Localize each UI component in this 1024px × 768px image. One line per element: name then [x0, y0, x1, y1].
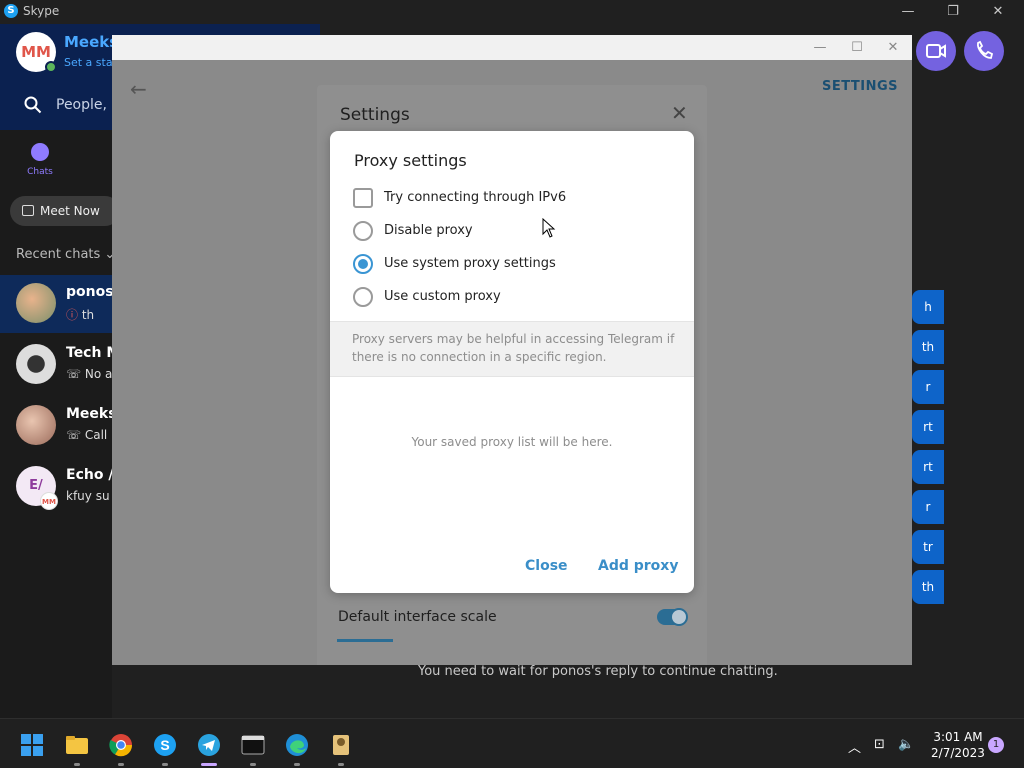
skype-close-button[interactable]: ✕ [983, 2, 1013, 22]
wait-reply-notice: You need to wait for ponos's reply to co… [418, 664, 778, 679]
taskbar-indicator-active [201, 763, 217, 766]
network-icon[interactable]: ⊡ [874, 737, 885, 752]
search-input[interactable]: People, g [56, 97, 120, 113]
message-bubble[interactable]: th [912, 330, 944, 364]
svg-text:S: S [160, 737, 169, 753]
proxy-list-empty-text: Your saved proxy list will be here. [411, 435, 613, 449]
user-status[interactable]: Set a stat [64, 56, 117, 69]
terminal-icon[interactable] [241, 733, 265, 757]
call-icon: ☏ [66, 367, 82, 381]
message-bubble[interactable]: h [912, 290, 944, 324]
add-proxy-button[interactable]: Add proxy [598, 558, 678, 574]
windows-start-icon[interactable] [20, 733, 44, 757]
message-bubble[interactable]: tr [912, 530, 944, 564]
ipv6-checkbox[interactable] [353, 188, 373, 208]
call-icon: ☏ [66, 428, 82, 442]
close-button[interactable]: Close [525, 558, 568, 574]
skype-icon[interactable]: S [153, 733, 177, 757]
scale-slider-track[interactable] [337, 639, 393, 642]
proxy-info-box: Proxy servers may be helpful in accessin… [330, 321, 694, 377]
message-bubble[interactable]: rt [912, 450, 944, 484]
chat-item-meeks[interactable]: Meeks ☏ Call [0, 397, 117, 455]
mouse-cursor-icon [542, 218, 556, 238]
chrome-icon[interactable] [109, 733, 133, 757]
proxy-dialog-title: Proxy settings [354, 151, 467, 170]
camera-icon [22, 205, 34, 216]
taskbar-indicator [338, 763, 344, 766]
app-icon[interactable] [329, 733, 353, 757]
system-proxy-radio[interactable] [353, 254, 373, 274]
chat-bubble-icon [31, 143, 49, 161]
taskbar-indicator [250, 763, 256, 766]
telegram-minimize-button[interactable]: — [808, 38, 832, 58]
skype-titlebar: S Skype — ❐ ✕ [0, 0, 1024, 24]
show-hidden-icons-icon[interactable]: ︿ [848, 737, 861, 756]
taskbar-indicator [74, 763, 80, 766]
phone-icon [977, 40, 994, 59]
disable-proxy-radio[interactable] [353, 221, 373, 241]
taskbar-indicator [118, 763, 124, 766]
chat-avatar [16, 283, 56, 323]
volume-icon[interactable]: 🔈 [898, 737, 914, 752]
sub-avatar: MM [40, 492, 58, 510]
taskbar-indicator [294, 763, 300, 766]
chat-item-ponos[interactable]: ponos ⓘ th [0, 275, 114, 333]
online-status-icon [45, 61, 57, 73]
alert-icon: ⓘ [66, 308, 79, 322]
chat-avatar [16, 405, 56, 445]
notification-badge[interactable]: 1 [988, 737, 1004, 753]
message-bubble[interactable]: r [912, 490, 944, 524]
skype-restore-button[interactable]: ❐ [938, 2, 968, 22]
default-scale-toggle[interactable] [657, 608, 688, 626]
skype-window-title: Skype [23, 4, 60, 18]
skype-minimize-button[interactable]: — [893, 2, 923, 22]
tab-chats[interactable]: Chats [22, 143, 58, 177]
telegram-maximize-button[interactable]: ☐ [845, 38, 869, 58]
taskbar: S ︿ ⊡ 🔈 3:01 AM 2/7/2023 1 [0, 718, 1024, 768]
search-icon [24, 96, 42, 114]
video-call-button[interactable] [916, 31, 956, 71]
chat-item-echo[interactable]: E/ MM Echo / kfuy su [0, 458, 113, 516]
user-name[interactable]: Meeks [64, 33, 118, 51]
conversation-panel [912, 90, 1024, 718]
chat-avatar [16, 344, 56, 384]
message-bubble[interactable]: th [912, 570, 944, 604]
telegram-icon[interactable] [197, 733, 221, 757]
message-bubble[interactable]: rt [912, 410, 944, 444]
custom-proxy-radio[interactable] [353, 287, 373, 307]
meet-now-button[interactable]: Meet Now [10, 196, 120, 226]
chat-item-tech[interactable]: Tech M ☏ No a [0, 336, 120, 394]
default-scale-label: Default interface scale [338, 609, 497, 625]
skype-logo-icon: S [4, 4, 18, 18]
telegram-close-button[interactable]: ✕ [881, 38, 905, 58]
taskbar-indicator [162, 763, 168, 766]
proxy-settings-dialog: Proxy settings Try connecting through IP… [330, 131, 694, 593]
recent-chats-label[interactable]: Recent chats ⌄ [16, 247, 115, 262]
message-bubble[interactable]: r [912, 370, 944, 404]
back-arrow-icon[interactable]: ← [130, 77, 147, 101]
settings-title: Settings [340, 105, 410, 125]
edge-icon[interactable] [285, 733, 309, 757]
taskbar-clock[interactable]: 3:01 AM 2/7/2023 [926, 729, 990, 761]
telegram-titlebar: — ☐ ✕ [112, 35, 912, 60]
user-avatar[interactable]: MM [16, 32, 57, 73]
settings-close-icon[interactable]: ✕ [671, 101, 688, 125]
video-camera-icon [926, 44, 946, 58]
file-explorer-icon[interactable] [65, 733, 89, 757]
settings-header-label: SETTINGS [822, 79, 899, 94]
audio-call-button[interactable] [964, 31, 1004, 71]
